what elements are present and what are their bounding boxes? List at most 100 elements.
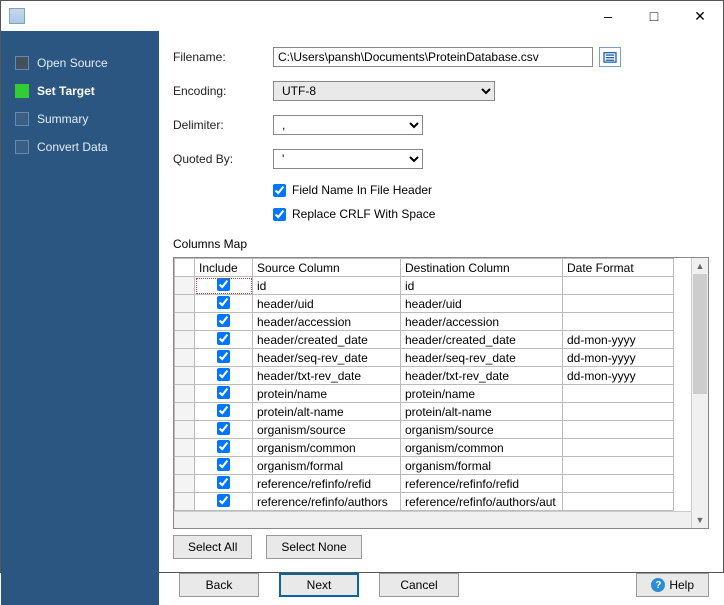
include-cell[interactable] bbox=[195, 277, 253, 295]
destination-column-cell[interactable]: header/txt-rev_date bbox=[401, 367, 563, 385]
date-format-cell[interactable]: dd-mon-yyyy bbox=[563, 331, 674, 349]
include-checkbox[interactable] bbox=[217, 350, 230, 363]
destination-column-cell[interactable]: reference/refinfo/authors/aut bbox=[401, 493, 563, 511]
include-cell[interactable] bbox=[195, 421, 253, 439]
row-selector-cell[interactable] bbox=[175, 439, 195, 457]
include-cell[interactable] bbox=[195, 295, 253, 313]
source-column-cell[interactable]: reference/refinfo/authors bbox=[253, 493, 401, 511]
include-checkbox[interactable] bbox=[217, 494, 230, 507]
table-row[interactable]: organism/commonorganism/common bbox=[175, 439, 674, 457]
include-cell[interactable] bbox=[195, 439, 253, 457]
date-format-cell[interactable] bbox=[563, 313, 674, 331]
scroll-thumb[interactable] bbox=[693, 274, 707, 394]
sidebar-item-convert-data[interactable]: Convert Data bbox=[1, 133, 159, 161]
destination-column-cell[interactable]: protein/alt-name bbox=[401, 403, 563, 421]
filename-input[interactable] bbox=[273, 47, 593, 67]
destination-column-cell[interactable]: reference/refinfo/refid bbox=[401, 475, 563, 493]
browse-file-button[interactable] bbox=[599, 47, 621, 67]
date-format-cell[interactable] bbox=[563, 421, 674, 439]
destination-column-cell[interactable]: header/uid bbox=[401, 295, 563, 313]
quoted-by-select[interactable]: ' bbox=[273, 149, 423, 169]
date-format-cell[interactable] bbox=[563, 457, 674, 475]
table-row[interactable]: header/seq-rev_dateheader/seq-rev_datedd… bbox=[175, 349, 674, 367]
row-selector-cell[interactable] bbox=[175, 367, 195, 385]
destination-column-cell[interactable]: organism/source bbox=[401, 421, 563, 439]
include-cell[interactable] bbox=[195, 493, 253, 511]
row-selector-cell[interactable] bbox=[175, 313, 195, 331]
date-format-cell[interactable]: dd-mon-yyyy bbox=[563, 349, 674, 367]
table-row[interactable]: header/uidheader/uid bbox=[175, 295, 674, 313]
delimiter-select[interactable]: , bbox=[273, 115, 423, 135]
row-selector-cell[interactable] bbox=[175, 457, 195, 475]
help-button[interactable]: ?Help bbox=[636, 573, 709, 597]
row-selector-cell[interactable] bbox=[175, 385, 195, 403]
table-row[interactable]: header/accessionheader/accession bbox=[175, 313, 674, 331]
row-selector-cell[interactable] bbox=[175, 277, 195, 295]
encoding-select[interactable]: UTF-8 bbox=[273, 81, 495, 101]
include-checkbox[interactable] bbox=[217, 386, 230, 399]
table-row[interactable]: idid bbox=[175, 277, 674, 295]
date-format-header[interactable]: Date Format bbox=[563, 259, 674, 277]
include-checkbox[interactable] bbox=[217, 404, 230, 417]
table-row[interactable]: header/txt-rev_dateheader/txt-rev_datedd… bbox=[175, 367, 674, 385]
row-selector-cell[interactable] bbox=[175, 349, 195, 367]
include-checkbox[interactable] bbox=[217, 476, 230, 489]
source-column-cell[interactable]: organism/common bbox=[253, 439, 401, 457]
destination-column-cell[interactable]: header/created_date bbox=[401, 331, 563, 349]
source-column-cell[interactable]: header/accession bbox=[253, 313, 401, 331]
destination-column-cell[interactable]: organism/formal bbox=[401, 457, 563, 475]
maximize-button[interactable]: □ bbox=[631, 1, 677, 31]
sidebar-item-open-source[interactable]: Open Source bbox=[1, 49, 159, 77]
include-cell[interactable] bbox=[195, 403, 253, 421]
include-checkbox[interactable] bbox=[217, 278, 230, 291]
sidebar-item-summary[interactable]: Summary bbox=[1, 105, 159, 133]
destination-column-cell[interactable]: protein/name bbox=[401, 385, 563, 403]
include-cell[interactable] bbox=[195, 331, 253, 349]
include-checkbox[interactable] bbox=[217, 368, 230, 381]
row-selector-cell[interactable] bbox=[175, 331, 195, 349]
scroll-up-icon[interactable]: ▲ bbox=[692, 258, 708, 274]
select-all-button[interactable]: Select All bbox=[173, 535, 252, 559]
source-column-cell[interactable]: organism/formal bbox=[253, 457, 401, 475]
table-row[interactable]: reference/refinfo/refidreference/refinfo… bbox=[175, 475, 674, 493]
date-format-cell[interactable] bbox=[563, 475, 674, 493]
date-format-cell[interactable]: dd-mon-yyyy bbox=[563, 367, 674, 385]
include-checkbox[interactable] bbox=[217, 332, 230, 345]
include-cell[interactable] bbox=[195, 385, 253, 403]
source-column-cell[interactable]: protein/name bbox=[253, 385, 401, 403]
close-button[interactable]: ✕ bbox=[677, 1, 723, 31]
include-header[interactable]: Include bbox=[195, 259, 253, 277]
source-column-cell[interactable]: header/created_date bbox=[253, 331, 401, 349]
table-row[interactable]: organism/sourceorganism/source bbox=[175, 421, 674, 439]
destination-column-cell[interactable]: header/seq-rev_date bbox=[401, 349, 563, 367]
include-cell[interactable] bbox=[195, 349, 253, 367]
source-column-cell[interactable]: header/seq-rev_date bbox=[253, 349, 401, 367]
row-selector-cell[interactable] bbox=[175, 295, 195, 313]
include-cell[interactable] bbox=[195, 457, 253, 475]
horizontal-scrollbar[interactable] bbox=[174, 511, 691, 528]
table-row[interactable]: protein/alt-nameprotein/alt-name bbox=[175, 403, 674, 421]
source-column-cell[interactable]: id bbox=[253, 277, 401, 295]
cancel-button[interactable]: Cancel bbox=[379, 573, 459, 597]
row-selector-cell[interactable] bbox=[175, 421, 195, 439]
include-checkbox[interactable] bbox=[217, 314, 230, 327]
replace-crlf-checkbox[interactable] bbox=[273, 208, 286, 221]
include-cell[interactable] bbox=[195, 367, 253, 385]
row-selector-cell[interactable] bbox=[175, 493, 195, 511]
source-column-cell[interactable]: header/uid bbox=[253, 295, 401, 313]
date-format-cell[interactable] bbox=[563, 493, 674, 511]
source-column-cell[interactable]: header/txt-rev_date bbox=[253, 367, 401, 385]
minimize-button[interactable]: – bbox=[585, 1, 631, 31]
source-column-cell[interactable]: organism/source bbox=[253, 421, 401, 439]
scroll-down-icon[interactable]: ▼ bbox=[692, 512, 708, 528]
table-row[interactable]: organism/formalorganism/formal bbox=[175, 457, 674, 475]
include-checkbox[interactable] bbox=[217, 458, 230, 471]
include-cell[interactable] bbox=[195, 475, 253, 493]
source-column-header[interactable]: Source Column bbox=[253, 259, 401, 277]
field-name-header-checkbox[interactable] bbox=[273, 184, 286, 197]
date-format-cell[interactable] bbox=[563, 385, 674, 403]
destination-column-cell[interactable]: header/accession bbox=[401, 313, 563, 331]
include-checkbox[interactable] bbox=[217, 296, 230, 309]
include-checkbox[interactable] bbox=[217, 422, 230, 435]
vertical-scrollbar[interactable]: ▲ ▼ bbox=[691, 258, 708, 528]
